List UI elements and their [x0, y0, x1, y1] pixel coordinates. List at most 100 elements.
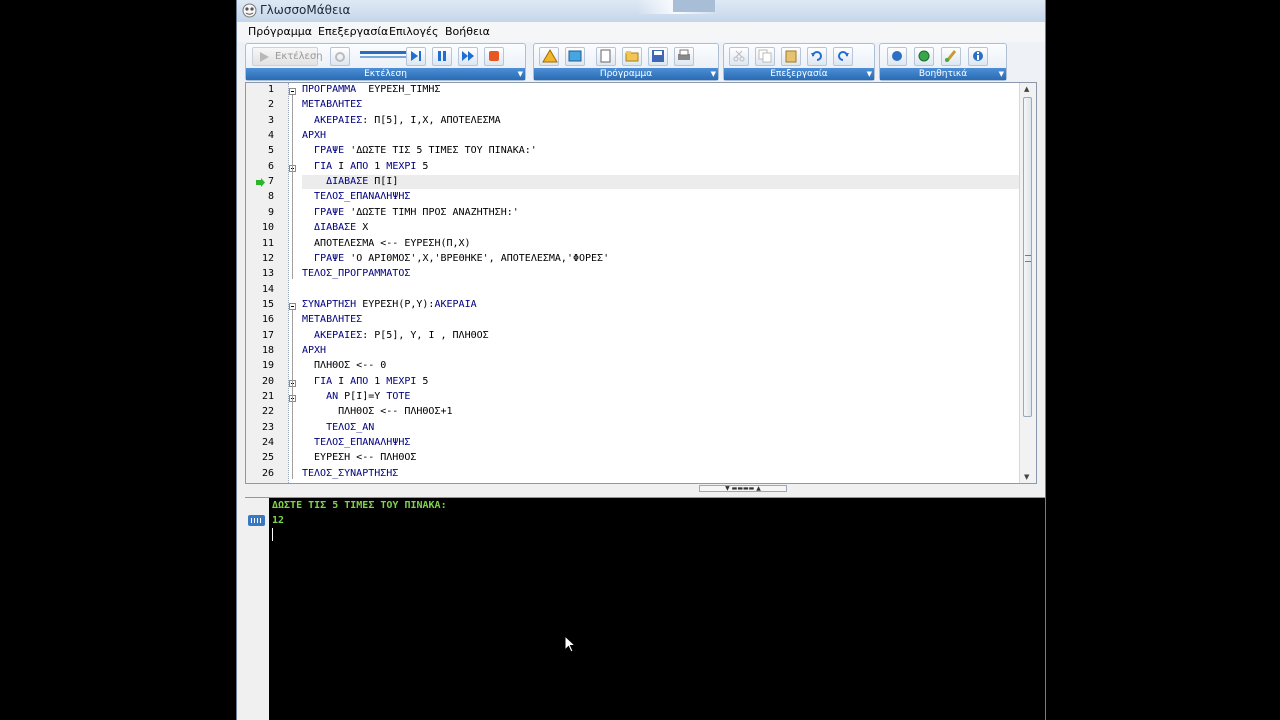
- execution-arrow-icon: [256, 178, 265, 188]
- code-line[interactable]: ΑΚΕΡΑΙΕΣ: Π[5], Ι,Χ, ΑΠΟΤΕΛΕΣΜΑ: [302, 115, 501, 126]
- line-number: 18: [261, 344, 274, 356]
- input-caret: [272, 528, 273, 541]
- line-number: 16: [261, 314, 274, 326]
- menu-edit[interactable]: Επεξεργασία: [318, 25, 388, 38]
- console-gutter: [245, 498, 269, 720]
- line-number: 24: [261, 437, 274, 449]
- toolbar-program-caption: Πρόγραμμα ▼: [534, 68, 718, 80]
- code-line[interactable]: ΑΡΧΗ: [302, 345, 326, 356]
- output-console[interactable]: ΔΩΣΤΕ ΤΙΣ 5 ΤΙΜΕΣ ΤΟΥ ΠΙΝΑΚΑ: 12: [245, 497, 1045, 720]
- redo-icon: [838, 51, 849, 61]
- title-bar: ΓλωσσοΜάθεια: [237, 0, 1045, 22]
- code-line[interactable]: ΜΕΤΑΒΛΗΤΕΣ: [302, 314, 362, 325]
- scissors-icon: [733, 50, 745, 62]
- new-file-button[interactable]: [596, 47, 616, 66]
- speed-slider[interactable]: [360, 48, 406, 62]
- code-line[interactable]: ΑΠΟΤΕΛΕΣΜΑ <-- ΕΥΡΕΣΗ(Π,Χ): [302, 238, 471, 249]
- pause-button[interactable]: [432, 47, 452, 66]
- app-window: ΓλωσσοΜάθεια Πρόγραμμα Επεξεργασία Επιλο…: [236, 0, 1046, 720]
- code-line[interactable]: ΕΥΡΕΣΗ <-- ΠΛΗΘΟΣ: [302, 452, 416, 463]
- scroll-down-icon[interactable]: ▼: [1024, 473, 1029, 481]
- printer-icon: [678, 49, 690, 60]
- code-line[interactable]: ΤΕΛΟΣ_ΕΠΑΝΑΛΗΨΗΣ: [302, 437, 410, 448]
- pane-splitter[interactable]: ▼ ▬▬▬▬ ▲: [699, 485, 787, 492]
- code-line[interactable]: ΔΙΑΒΑΣΕ Χ: [302, 222, 368, 233]
- code-line[interactable]: ΓΡΑΨΕ 'ΔΩΣΤΕ ΤΙΜΗ ΠΡΟΣ ΑΝΑΖΗΤΗΣΗ:': [302, 207, 519, 218]
- folder-icon: [625, 51, 639, 62]
- code-line[interactable]: ΤΕΛΟΣ_ΠΡΟΓΡΑΜΜΑΤΟΣ: [302, 268, 410, 279]
- about-button[interactable]: [968, 47, 988, 66]
- app-logo-icon: [242, 3, 257, 18]
- skip-icon: [411, 51, 421, 61]
- line-number: 25: [261, 452, 274, 464]
- line-number: 12: [261, 252, 274, 264]
- print-button[interactable]: [674, 47, 694, 66]
- redo-button[interactable]: [833, 47, 853, 66]
- code-line[interactable]: ΤΕΛΟΣ_ΑΝ: [302, 422, 374, 433]
- code-line[interactable]: ΓΡΑΨΕ 'Ο ΑΡΙΘΜΟΣ',Χ,'ΒΡΕΘΗΚΕ', ΑΠΟΤΕΛΕΣΜ…: [302, 253, 609, 264]
- book-icon: [892, 51, 902, 61]
- code-line[interactable]: ΤΕΛΟΣ_ΣΥΝΑΡΤΗΣΗΣ: [302, 468, 398, 479]
- code-line[interactable]: ΠΛΗΘΟΣ <-- 0: [302, 360, 386, 371]
- fold-toggle-icon[interactable]: [289, 88, 296, 95]
- code-line[interactable]: ΓΡΑΨΕ 'ΔΩΣΤΕ ΤΙΣ 5 ΤΙΜΕΣ ΤΟΥ ΠΙΝΑΚΑ:': [302, 145, 537, 156]
- clean-button[interactable]: [941, 47, 961, 66]
- line-number: 3: [267, 114, 274, 126]
- window-icon: [568, 50, 582, 62]
- step-button[interactable]: [330, 47, 350, 66]
- menu-program[interactable]: Πρόγραμμα: [248, 25, 312, 38]
- line-number: 13: [261, 268, 274, 280]
- paste-button[interactable]: [781, 47, 801, 66]
- code-line[interactable]: ΠΛΗΘΟΣ <-- ΠΛΗΘΟΣ+1: [302, 406, 452, 417]
- code-line[interactable]: ΔΙΑΒΑΣΕ Π[Ι]: [302, 176, 398, 187]
- undo-button[interactable]: [807, 47, 827, 66]
- line-number: 20: [261, 375, 274, 387]
- mouse-cursor-icon: [565, 636, 577, 653]
- line-number: 5: [267, 145, 274, 157]
- play-icon: [260, 52, 269, 62]
- cut-button[interactable]: [729, 47, 749, 66]
- toolbar-run: Εκτέλεση Εκτέλεση ▼: [245, 43, 526, 81]
- code-line[interactable]: ΜΕΤΑΒΛΗΤΕΣ: [302, 99, 362, 110]
- toolbar-edit: Επεξεργασία ▼: [723, 43, 875, 81]
- code-line[interactable]: ΓΙΑ Ι ΑΠΟ 1 ΜΕΧΡΙ 5: [302, 376, 428, 387]
- run-button[interactable]: Εκτέλεση: [252, 47, 323, 66]
- stop-icon: [489, 51, 499, 61]
- scroll-up-icon[interactable]: ▲: [1024, 85, 1029, 93]
- copy-button[interactable]: [755, 47, 775, 66]
- code-line[interactable]: ΑΚΕΡΑΙΕΣ: Ρ[5], Υ, Ι , ΠΛΗΘΟΣ: [302, 330, 489, 341]
- line-number: 11: [261, 237, 274, 249]
- console-line: 12: [272, 515, 285, 526]
- line-number: 6: [267, 160, 274, 172]
- toolbar-help: Βοηθητικά ▼: [879, 43, 1007, 81]
- fast-forward-button[interactable]: [458, 47, 478, 66]
- gear-icon: [335, 52, 345, 62]
- step-into-button[interactable]: [406, 47, 426, 66]
- web-button[interactable]: [914, 47, 934, 66]
- line-number: 17: [261, 329, 274, 341]
- line-number-gutter: 1 2 3 4 5 6 7 8 9 10 11 12 13 14 15 16 17 18 19 20 21 22 23 24 2…: [246, 83, 289, 483]
- line-number: 15: [261, 298, 274, 310]
- line-number: 19: [261, 360, 274, 372]
- code-editor[interactable]: 1 2 3 4 5 6 7 8 9 10 11 12 13 14 15 16 17 18 19 20 21 22 23 24 2…: [245, 82, 1037, 484]
- line-number: 14: [261, 283, 274, 295]
- stop-button[interactable]: [484, 47, 504, 66]
- toolbar-edit-caption: Επεξεργασία ▼: [724, 68, 874, 80]
- code-line[interactable]: ΠΡΟΓΡΑΜΜΑ ΕΥΡΕΣΗ_ΤΙΜΗΣ: [302, 84, 440, 95]
- save-button[interactable]: [648, 47, 668, 66]
- run-program-button[interactable]: [565, 47, 585, 66]
- vertical-scrollbar[interactable]: ▲ ▼: [1019, 83, 1036, 483]
- toolbars: Εκτέλεση Εκτέλεση ▼ Πρόγραμμα ▼ Επεξεργα…: [237, 42, 1045, 81]
- menu-help[interactable]: Βοήθεια: [445, 25, 490, 38]
- book-button[interactable]: [887, 47, 907, 66]
- code-line[interactable]: ΑΝ Ρ[Ι]=Υ ΤΟΤΕ: [302, 391, 410, 402]
- code-line[interactable]: ΑΡΧΗ: [302, 130, 326, 141]
- compile-button[interactable]: [539, 47, 559, 66]
- open-file-button[interactable]: [622, 47, 642, 66]
- code-line[interactable]: ΣΥΝΑΡΤΗΣΗ ΕΥΡΕΣΗ(Ρ,Υ):ΑΚΕΡΑΙΑ: [302, 299, 477, 310]
- menu-options[interactable]: Επιλογές: [389, 25, 438, 38]
- code-line[interactable]: ΤΕΛΟΣ_ΕΠΑΝΑΛΗΨΗΣ: [302, 191, 410, 202]
- fold-toggle-icon[interactable]: [289, 302, 296, 310]
- code-line[interactable]: ΓΙΑ Ι ΑΠΟ 1 ΜΕΧΡΙ 5: [302, 161, 428, 172]
- fast-forward-icon: [462, 51, 474, 61]
